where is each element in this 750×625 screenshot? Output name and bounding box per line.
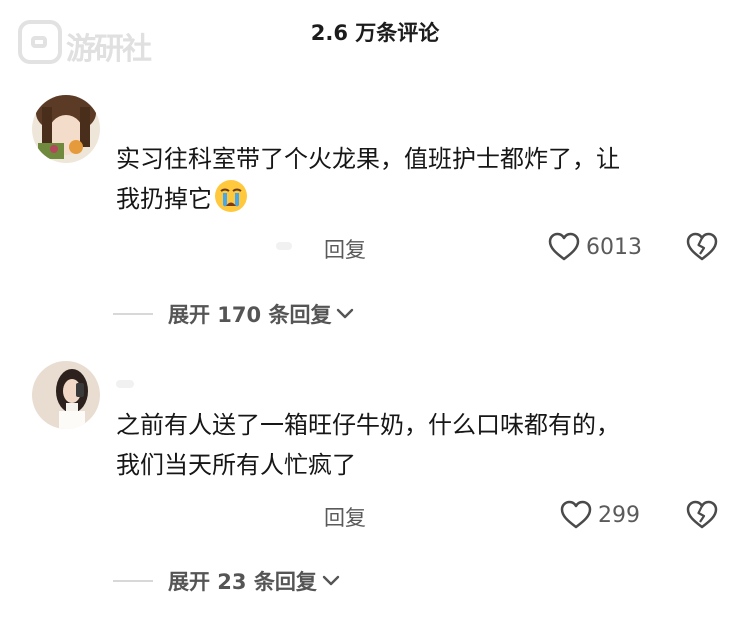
expand-replies-label: 展开 170 条回复 [168, 303, 332, 327]
expand-replies-label: 展开 23 条回复 [168, 570, 317, 594]
dislike-button[interactable] [686, 500, 718, 530]
comment-text: 之前有人送了一箱旺仔牛奶，什么口味都有的， 我们当天所有人忙疯了 [116, 405, 716, 485]
chevron-down-icon [337, 308, 354, 319]
divider-line [113, 580, 153, 582]
expand-replies-button[interactable]: 展开 23 条回复 [113, 566, 341, 596]
like-button[interactable]: 299 [560, 500, 640, 530]
like-count: 299 [598, 502, 640, 528]
comment-item: 之前有人送了一箱旺仔牛奶，什么口味都有的， 我们当天所有人忙疯了 回复 299 … [0, 0, 750, 594]
comment-text-line: 之前有人送了一箱旺仔牛奶，什么口味都有的， [116, 411, 620, 439]
divider-line [113, 313, 153, 315]
chevron-down-icon [322, 575, 340, 586]
reply-button[interactable]: 回复 [324, 502, 366, 532]
broken-heart-icon [686, 500, 718, 529]
comment-text-line: 我们当天所有人忙疯了 [116, 451, 356, 479]
username-placeholder [116, 380, 134, 388]
avatar[interactable] [32, 361, 100, 429]
heart-icon [560, 500, 592, 529]
expand-replies-button[interactable]: 展开 170 条回复 [113, 299, 355, 329]
username-placeholder [276, 242, 292, 250]
